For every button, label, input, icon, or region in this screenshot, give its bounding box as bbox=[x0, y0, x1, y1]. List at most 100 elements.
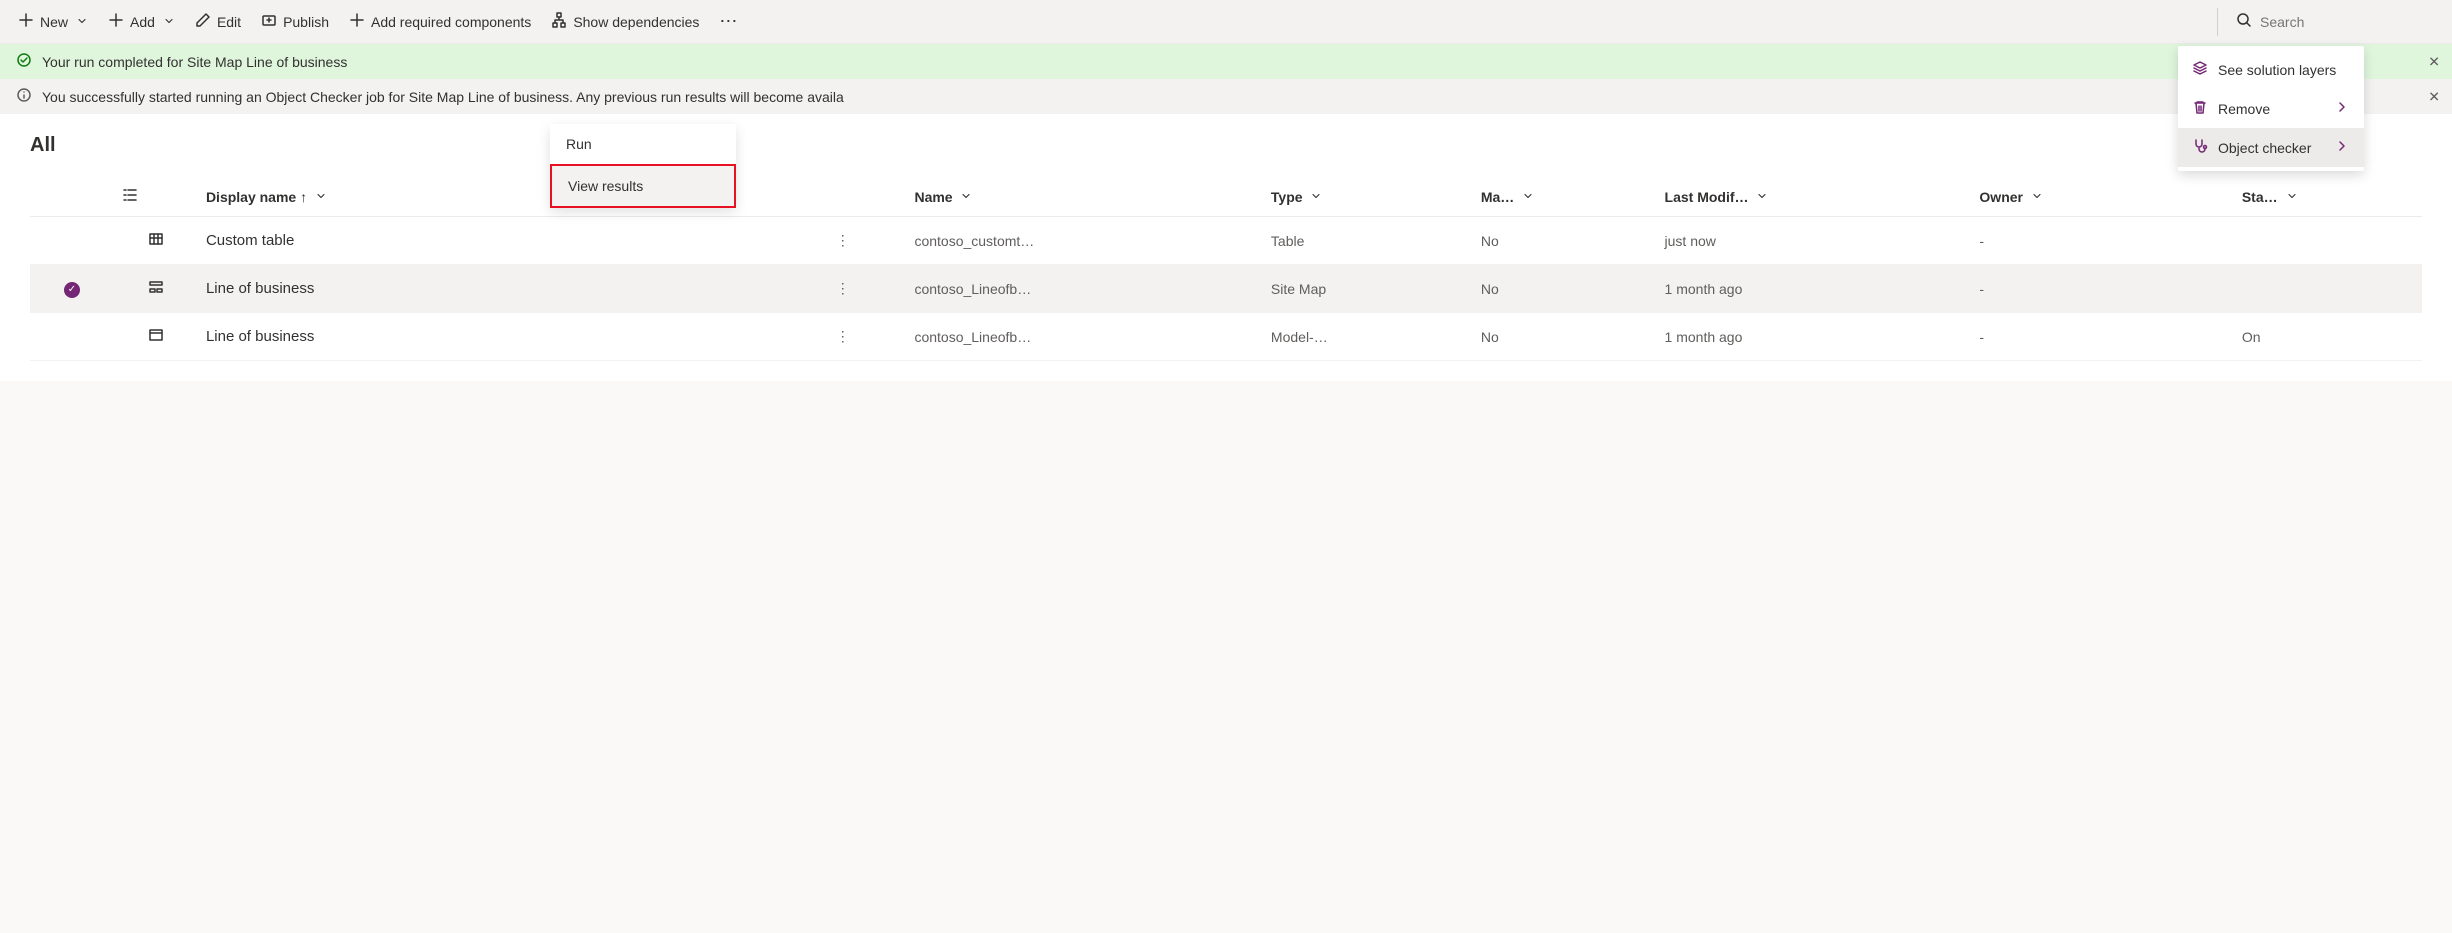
row-name: contoso_customt… bbox=[906, 217, 1262, 265]
components-table: Display name ↑ Name Type Ma… Last Modif…… bbox=[30, 177, 2422, 361]
table-row[interactable]: ✓ Line of business⋮contoso_Lineofb…Site M… bbox=[30, 265, 2422, 313]
row-owner: - bbox=[1971, 265, 2233, 313]
new-button[interactable]: New bbox=[8, 4, 98, 40]
row-managed: No bbox=[1473, 313, 1657, 361]
chevron-down-icon bbox=[315, 189, 327, 205]
stethoscope-icon bbox=[2192, 138, 2208, 157]
display-name-header: Display name bbox=[206, 189, 296, 205]
row-display-name[interactable]: Line of business bbox=[198, 313, 828, 361]
row-type-icon bbox=[114, 217, 198, 265]
plus-icon bbox=[108, 12, 124, 31]
row-managed: No bbox=[1473, 265, 1657, 313]
row-name: contoso_Lineofb… bbox=[906, 265, 1262, 313]
show-dependencies-button[interactable]: Show dependencies bbox=[541, 4, 709, 40]
run-item[interactable]: Run bbox=[550, 124, 736, 164]
row-managed: No bbox=[1473, 217, 1657, 265]
info-notification: You successfully started running an Obje… bbox=[0, 79, 2452, 114]
actions-column bbox=[828, 177, 907, 217]
chevron-down-icon bbox=[1307, 189, 1323, 205]
row-status: On bbox=[2234, 313, 2422, 361]
add-required-button[interactable]: Add required components bbox=[339, 4, 541, 40]
run-label: Run bbox=[566, 136, 592, 152]
chevron-down-icon bbox=[1518, 189, 1534, 205]
info-text: You successfully started running an Obje… bbox=[42, 89, 844, 105]
chevron-down-icon bbox=[163, 14, 175, 30]
owner-header: Owner bbox=[1979, 189, 2023, 205]
chevron-down-icon bbox=[2282, 189, 2298, 205]
row-checkbox[interactable]: ✓ bbox=[30, 265, 114, 313]
plus-icon bbox=[349, 12, 365, 31]
table-row[interactable]: Line of business⋮contoso_Lineofb…Model-…… bbox=[30, 313, 2422, 361]
row-last-modified: 1 month ago bbox=[1657, 265, 1972, 313]
hierarchy-icon bbox=[551, 12, 567, 31]
search-input[interactable] bbox=[2260, 14, 2432, 30]
pencil-icon bbox=[195, 12, 211, 31]
row-checkbox[interactable] bbox=[30, 313, 114, 361]
row-status bbox=[2234, 217, 2422, 265]
view-results-item[interactable]: View results bbox=[552, 166, 734, 206]
row-owner: - bbox=[1971, 217, 2233, 265]
divider bbox=[2217, 8, 2218, 36]
name-column[interactable]: Name bbox=[906, 177, 1262, 217]
row-last-modified: 1 month ago bbox=[1657, 313, 1972, 361]
remove-item[interactable]: Remove bbox=[2178, 89, 2364, 128]
add-label: Add bbox=[130, 14, 155, 30]
chevron-right-icon bbox=[2334, 99, 2350, 118]
publish-icon bbox=[261, 12, 277, 31]
row-actions-button[interactable]: ⋮ bbox=[828, 313, 907, 361]
status-column[interactable]: Sta… bbox=[2234, 177, 2422, 217]
chevron-right-icon bbox=[2334, 138, 2350, 157]
row-actions-button[interactable]: ⋮ bbox=[828, 217, 907, 265]
close-notification-button[interactable]: ✕ bbox=[2428, 88, 2440, 105]
search-box[interactable] bbox=[2224, 12, 2444, 31]
new-label: New bbox=[40, 14, 68, 30]
select-all-column[interactable] bbox=[30, 177, 114, 217]
chevron-down-icon bbox=[1753, 189, 1769, 205]
view-results-label: View results bbox=[568, 178, 643, 194]
object-checker-item[interactable]: Object checker bbox=[2178, 128, 2364, 167]
type-column[interactable]: Type bbox=[1263, 177, 1473, 217]
more-commands-button[interactable]: ⋯ bbox=[709, 11, 749, 32]
sort-up-icon: ↑ bbox=[300, 189, 307, 205]
type-header: Type bbox=[1271, 189, 1303, 205]
row-name: contoso_Lineofb… bbox=[906, 313, 1262, 361]
row-type-icon bbox=[114, 265, 198, 313]
chevron-down-icon bbox=[76, 14, 88, 30]
edit-button[interactable]: Edit bbox=[185, 4, 251, 40]
search-icon bbox=[2236, 12, 2252, 31]
row-type: Table bbox=[1263, 217, 1473, 265]
add-button[interactable]: Add bbox=[98, 4, 185, 40]
view-icon-column bbox=[114, 177, 198, 217]
main-content: All Display name ↑ Name Type Ma… Last Mo… bbox=[0, 114, 2452, 381]
chevron-down-icon bbox=[2027, 189, 2043, 205]
see-layers-label: See solution layers bbox=[2218, 62, 2336, 78]
row-actions-button[interactable]: ⋮ bbox=[828, 265, 907, 313]
object-checker-label: Object checker bbox=[2218, 140, 2311, 156]
add-required-label: Add required components bbox=[371, 14, 531, 30]
checkmark-circle-icon bbox=[16, 52, 32, 71]
last-modified-column[interactable]: Last Modif… bbox=[1657, 177, 1972, 217]
see-solution-layers-item[interactable]: See solution layers bbox=[2178, 50, 2364, 89]
row-status bbox=[2234, 265, 2422, 313]
page-title: All bbox=[30, 134, 2422, 157]
name-header: Name bbox=[914, 189, 952, 205]
close-notification-button[interactable]: ✕ bbox=[2428, 53, 2440, 70]
row-type: Model-… bbox=[1263, 313, 1473, 361]
layers-icon bbox=[2192, 60, 2208, 79]
row-display-name[interactable]: Custom table bbox=[198, 217, 828, 265]
remove-label: Remove bbox=[2218, 101, 2270, 117]
status-header: Sta… bbox=[2242, 189, 2278, 205]
highlight-box: View results bbox=[550, 164, 736, 208]
row-type: Site Map bbox=[1263, 265, 1473, 313]
publish-button[interactable]: Publish bbox=[251, 4, 339, 40]
owner-column[interactable]: Owner bbox=[1971, 177, 2233, 217]
managed-column[interactable]: Ma… bbox=[1473, 177, 1657, 217]
row-owner: - bbox=[1971, 313, 2233, 361]
row-display-name[interactable]: Line of business bbox=[198, 265, 828, 313]
row-checkbox[interactable] bbox=[30, 217, 114, 265]
chevron-down-icon bbox=[957, 189, 973, 205]
row-type-icon bbox=[114, 313, 198, 361]
success-notification: Your run completed for Site Map Line of … bbox=[0, 44, 2452, 79]
table-row[interactable]: Custom table⋮contoso_customt…TableNojust… bbox=[30, 217, 2422, 265]
object-checker-submenu: Run View results bbox=[550, 124, 736, 208]
